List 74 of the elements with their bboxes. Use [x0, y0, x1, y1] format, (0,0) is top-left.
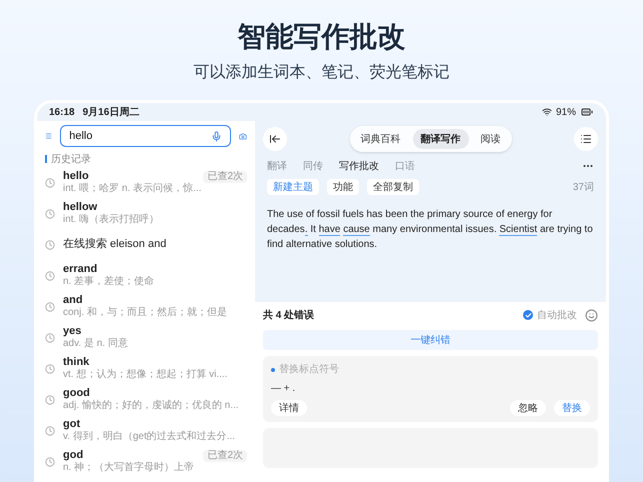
- action-button[interactable]: 功能: [327, 179, 359, 195]
- clock-icon: [45, 394, 55, 404]
- error-content: — + .: [271, 382, 296, 396]
- history-definition: adv. 是 n. 同意: [63, 338, 129, 350]
- detail-button[interactable]: 详情: [271, 400, 307, 416]
- action-button[interactable]: 新建主题: [267, 179, 319, 195]
- nav-tab[interactable]: 翻译写作: [412, 129, 468, 149]
- battery-percent: 91%: [556, 106, 576, 120]
- headline: 智能写作批改: [238, 20, 406, 54]
- history-word: think: [63, 356, 90, 368]
- history-definition: vt. 想；认为；想像；想起；打算 vi....: [63, 369, 228, 381]
- history-item[interactable]: hello 已查2次 int. 喂；哈罗 n. 表示问候，惊...: [45, 167, 247, 198]
- history-word: and: [63, 294, 83, 307]
- battery-icon: [580, 106, 594, 118]
- action-button[interactable]: 全部复制: [367, 179, 419, 195]
- history-word: 在线搜索 eleison and: [63, 238, 166, 251]
- microphone-icon[interactable]: [211, 130, 222, 142]
- history-word: god: [63, 449, 84, 462]
- subheadline: 可以添加生词本、笔记、荧光笔标记: [194, 62, 450, 83]
- history-word: good: [63, 387, 90, 400]
- history-word: hellow: [63, 201, 98, 214]
- fix-all-button[interactable]: 一键纠错: [263, 330, 598, 350]
- collapse-icon: [269, 133, 281, 145]
- smiley-icon[interactable]: [585, 308, 598, 322]
- history-item[interactable]: think vt. 想；认为；想像；想起；打算 vi....: [45, 353, 247, 384]
- clock-icon: [45, 364, 55, 374]
- error-type: 替换标点符号: [279, 362, 339, 377]
- auto-correct-label: 自动批改: [537, 308, 577, 322]
- clock-icon: [45, 208, 55, 218]
- word-count: 37词: [572, 180, 594, 194]
- wifi-icon: [542, 107, 552, 117]
- history-item[interactable]: 在线搜索 eleison and: [45, 229, 247, 260]
- history-word: hello: [63, 170, 89, 183]
- history-item[interactable]: errand n. 差事，差使；使命: [45, 260, 247, 291]
- clock-icon: [45, 240, 55, 250]
- clock-icon: [45, 270, 55, 280]
- nav-tab[interactable]: 词典百科: [352, 129, 408, 149]
- history-item[interactable]: god 已查2次 n. 神；（大写首字母时）上帝: [45, 446, 247, 477]
- replace-button[interactable]: 替换: [554, 400, 590, 416]
- clock-icon: [45, 302, 55, 312]
- nav-tab[interactable]: 阅读: [472, 129, 508, 149]
- history-item[interactable]: and conj. 和，与；而且；然后；就；但是: [45, 291, 247, 322]
- collapse-button[interactable]: [263, 127, 287, 151]
- history-item[interactable]: yes adv. 是 n. 同意: [45, 322, 247, 353]
- history-item[interactable]: got v. 得到，明白（get的过去式和过去分...: [45, 415, 247, 446]
- history-definition: int. 嗨（表示打招呼）: [63, 214, 160, 226]
- status-time: 16:18: [49, 106, 75, 120]
- history-definition: int. 喂；哈罗 n. 表示问候，惊...: [63, 183, 202, 195]
- status-date: 9月16日周二: [82, 106, 140, 120]
- clock-icon: [45, 332, 55, 342]
- search-field[interactable]: hello: [60, 125, 232, 147]
- search-input[interactable]: hello: [69, 128, 212, 144]
- history-definition: conj. 和，与；而且；然后；就；但是: [63, 307, 228, 319]
- lookup-count: 已查2次: [203, 450, 247, 462]
- auto-correct-checkbox[interactable]: [523, 310, 533, 320]
- history-item[interactable]: hellow int. 嗨（表示打招呼）: [45, 198, 247, 229]
- clock-icon: [45, 178, 55, 188]
- clock-icon: [45, 426, 55, 436]
- essay-text[interactable]: The use of fossil fuels has been the primary source of energy for decades. It have cause many environmental issues. Scientist are trying to find alternative solutions.: [255, 199, 606, 302]
- history-definition: v. 得到，明白（get的过去式和过去分...: [63, 431, 236, 443]
- error-summary: 共 4 处错误: [263, 308, 314, 322]
- history-definition: adj. 愉快的；好的，虔诚的；优良的 n...: [63, 400, 240, 412]
- list-button[interactable]: [574, 127, 598, 151]
- history-item[interactable]: good adj. 愉快的；好的，虔诚的；优良的 n...: [45, 384, 247, 415]
- history-title: 历史记录: [51, 152, 91, 166]
- history-word: errand: [63, 263, 98, 276]
- history-definition: n. 神；（大写首字母时）上帝: [63, 462, 196, 474]
- history-word: got: [63, 418, 80, 431]
- sub-tab[interactable]: 写作批改: [339, 158, 379, 174]
- history-word: yes: [63, 325, 82, 338]
- lookup-count: 已查2次: [203, 170, 247, 182]
- ignore-button[interactable]: 忽略: [510, 400, 546, 416]
- history-definition: n. 差事，差使；使命: [63, 276, 156, 288]
- clock-icon: [45, 456, 55, 466]
